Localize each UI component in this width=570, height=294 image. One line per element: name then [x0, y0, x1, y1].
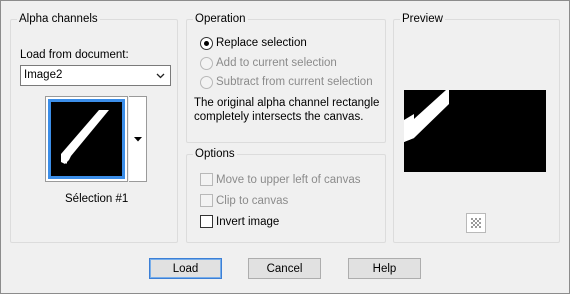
invert-image-label[interactable]: Invert image — [216, 215, 279, 229]
channel-thumbnail-dropdown[interactable] — [129, 96, 147, 182]
move-to-upper-left-checkbox[interactable] — [200, 173, 213, 186]
replace-selection-radio[interactable] — [200, 37, 213, 50]
subtract-from-selection-radio[interactable] — [200, 76, 213, 89]
load-from-alpha-channel-dialog: Alpha channels Load from document: Image… — [0, 0, 570, 294]
alpha-channels-title: Alpha channels — [17, 12, 100, 26]
load-button[interactable]: Load — [149, 258, 222, 279]
checkerboard-icon[interactable] — [466, 213, 486, 233]
clip-to-canvas-label[interactable]: Clip to canvas — [216, 194, 288, 208]
add-to-selection-radio[interactable] — [200, 57, 213, 70]
channel-name-label: Sélection #1 — [65, 193, 129, 205]
subtract-from-selection-label[interactable]: Subtract from current selection — [216, 75, 373, 89]
options-title: Options — [193, 147, 237, 161]
triangle-down-icon — [133, 133, 142, 145]
channel-thumbnail[interactable] — [45, 96, 128, 182]
operation-message-line1: The original alpha channel rectangle — [194, 97, 380, 109]
document-select[interactable]: Image2 — [20, 65, 171, 86]
replace-selection-label[interactable]: Replace selection — [216, 36, 307, 50]
operation-message-line2: completely intersects the canvas. — [194, 111, 364, 123]
help-button[interactable]: Help — [348, 258, 421, 279]
document-select-value: Image2 — [24, 69, 63, 81]
invert-image-checkbox[interactable] — [200, 215, 213, 228]
load-from-document-label: Load from document: — [20, 49, 129, 61]
clip-to-canvas-checkbox[interactable] — [200, 194, 213, 207]
preview-title: Preview — [400, 12, 445, 26]
chevron-down-icon — [153, 67, 167, 84]
operation-title: Operation — [193, 12, 248, 26]
add-to-selection-label[interactable]: Add to current selection — [216, 56, 337, 70]
channel-thumbnail-image — [48, 99, 125, 179]
move-to-upper-left-label[interactable]: Move to upper left of canvas — [216, 173, 360, 187]
cancel-button[interactable]: Cancel — [248, 258, 321, 279]
preview-canvas — [404, 90, 546, 172]
